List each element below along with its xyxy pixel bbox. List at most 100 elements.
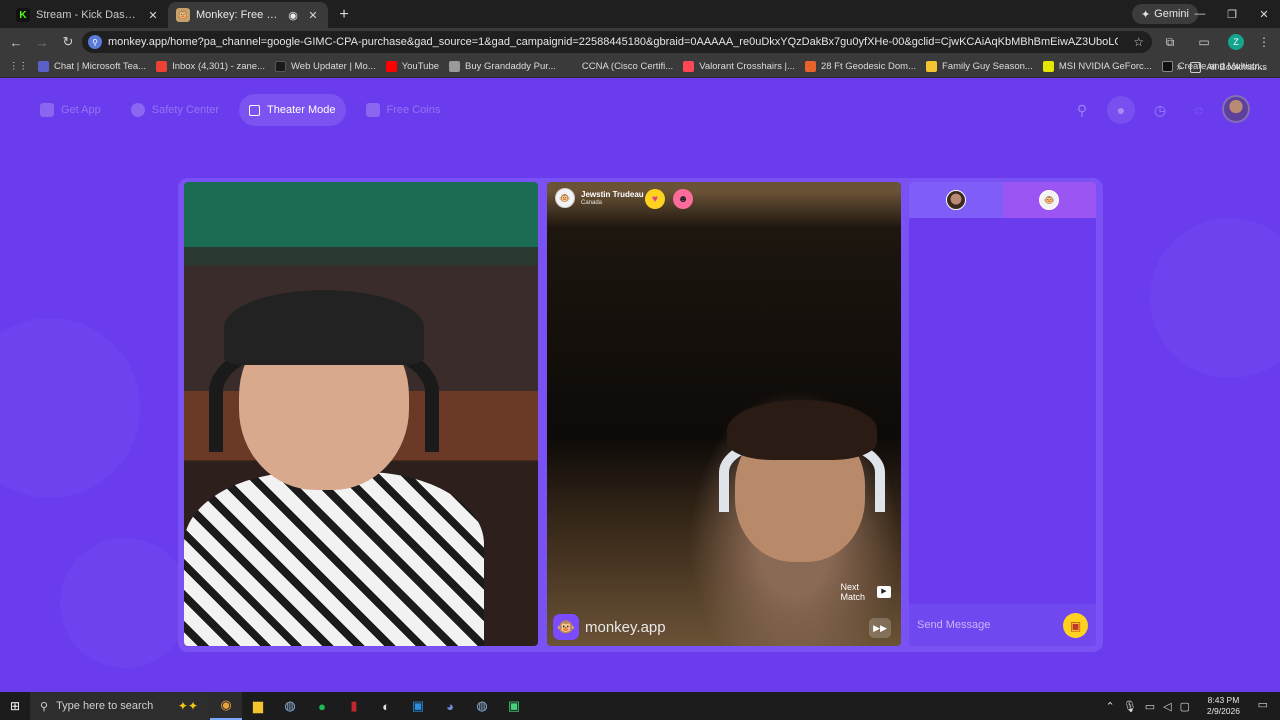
bookmark-item[interactable]: YouTube <box>381 56 444 78</box>
minimize-button[interactable]: — <box>1184 0 1216 28</box>
spotify-icon[interactable]: ● <box>306 692 338 720</box>
bookmark-item[interactable]: Inbox (4,301) - zane... <box>151 56 270 78</box>
close-icon[interactable]: ✕ <box>306 8 320 22</box>
bookmark-label: Chat | Microsoft Tea... <box>54 61 147 72</box>
background-decoration <box>60 538 190 668</box>
nav-get-app[interactable]: Get App <box>30 94 111 126</box>
chrome-icon[interactable]: ◉ <box>210 692 242 720</box>
next-match-line2: Match <box>840 592 865 602</box>
bookmark-label: Valorant Crosshairs |... <box>699 61 795 72</box>
browser-tab-strip: K Stream - Kick Dashboard ✕ 🐵 Monkey: Fr… <box>0 0 1280 28</box>
bookmark-item[interactable]: Web Updater | Mo... <box>270 56 381 78</box>
gift-icon[interactable]: ▣ <box>1063 613 1088 638</box>
next-match-button[interactable]: Next Match ▶ <box>840 582 891 602</box>
monkey-app-page: Get App Safety Center Theater Mode Free … <box>0 78 1280 692</box>
all-bookmarks-button[interactable]: All Bookmarks <box>1185 56 1272 78</box>
url-text[interactable]: monkey.app/home?pa_channel=google-GIMC-C… <box>108 36 1118 48</box>
app-icon-green[interactable]: ▣ <box>498 692 530 720</box>
search-icon[interactable]: ⚲ <box>1068 96 1096 124</box>
profile-button[interactable]: Z <box>1224 28 1248 56</box>
nav-free-coins[interactable]: Free Coins <box>356 94 451 126</box>
side-panel-icon[interactable]: ▭ <box>1192 28 1216 56</box>
bookmark-label: Family Guy Season... <box>942 61 1033 72</box>
chat-tab-self[interactable] <box>909 182 1003 218</box>
reload-button[interactable]: ↻ <box>56 30 80 54</box>
bookmark-favicon <box>804 61 816 72</box>
discord-icon[interactable]: ◕ <box>434 692 466 720</box>
teams-icon <box>38 61 49 72</box>
bookmark-item[interactable]: Buy Grandaddy Pur... <box>444 56 561 78</box>
clock-time: 8:43 PM <box>1207 695 1240 705</box>
bookmark-label: Buy Grandaddy Pur... <box>465 61 556 72</box>
window-close-button[interactable]: ✕ <box>1248 0 1280 28</box>
bookmark-item[interactable]: 28 Ft Geodesic Dom... <box>800 56 921 78</box>
chat-bubble-icon[interactable]: ◌ <box>1185 96 1213 124</box>
windows-start-icon[interactable]: ⊞ <box>0 692 30 720</box>
apps-icon[interactable]: ⋮⋮ <box>4 56 33 78</box>
bookmark-item[interactable]: MSI NVIDIA GeForc... <box>1038 56 1157 78</box>
reaction-icon[interactable]: ☻ <box>673 189 693 209</box>
site-info-icon[interactable]: ⚲ <box>88 35 102 49</box>
coins-icon <box>365 103 380 117</box>
remote-user-tag[interactable]: 🐵 Jewstin Trudeau Canada <box>555 188 644 208</box>
remote-user-avatar: 🐵 <box>555 188 575 208</box>
more-bookmarks-icon[interactable]: » <box>1176 56 1182 78</box>
volume-icon[interactable]: ◁ <box>1163 700 1171 713</box>
youtube-icon <box>385 61 397 72</box>
taskbar-clock[interactable]: 8:43 PM 2/9/2026 <box>1207 695 1240 717</box>
nav-theater-mode[interactable]: Theater Mode <box>239 94 346 126</box>
new-tab-button[interactable]: + <box>332 3 356 27</box>
bookmark-item[interactable]: Valorant Crosshairs |... <box>678 56 800 78</box>
brand-text: monkey.app <box>585 618 666 636</box>
background-decoration <box>0 318 140 498</box>
forward-button[interactable]: → <box>30 30 54 54</box>
steam-icon[interactable]: ◍ <box>466 692 498 720</box>
obs-icon[interactable]: ◐ <box>370 692 402 720</box>
bookmark-item[interactable]: CCNA (Cisco Certifi... <box>561 56 678 78</box>
bookmark-star-icon[interactable]: ☆ <box>1133 35 1144 49</box>
system-tray: ⌃ 🎙 ▭ ◁ ▢ <box>1106 692 1190 720</box>
bookmark-item[interactable]: Family Guy Season... <box>921 56 1038 78</box>
phone-icon <box>40 103 54 117</box>
tab-monkey[interactable]: 🐵 Monkey: Free Live Video Ch ◉ ✕ <box>168 2 328 28</box>
nav-safety-center[interactable]: Safety Center <box>121 94 229 126</box>
file-explorer-icon[interactable]: ▆ <box>242 692 274 720</box>
user-avatar[interactable] <box>1222 95 1250 123</box>
bookmark-item[interactable]: Chat | Microsoft Tea... <box>33 56 151 78</box>
bookmark-favicon <box>1042 61 1054 72</box>
remote-user-country: Canada <box>581 199 603 206</box>
taskbar-search[interactable]: ⚲ Type here to search ✦✦ <box>30 692 210 720</box>
menu-icon[interactable]: ⋮ <box>1252 28 1276 56</box>
shield-icon <box>130 103 145 117</box>
fast-forward-icon: ▶▶ <box>873 622 887 633</box>
nav-label: Safety Center <box>151 104 220 116</box>
chevron-up-icon[interactable]: ⌃ <box>1106 700 1115 713</box>
friends-icon[interactable]: ● <box>1107 96 1135 124</box>
back-button[interactable]: ← <box>4 30 28 54</box>
chat-participant-tabs: 🐵 <box>909 182 1096 218</box>
network-icon[interactable]: ▭ <box>1145 700 1155 713</box>
profile-avatar: Z <box>1228 34 1244 50</box>
notification-icon[interactable]: ▭ <box>1258 698 1268 711</box>
bookmark-label: YouTube <box>401 61 440 72</box>
tray-app-icon[interactable]: ▢ <box>1180 700 1190 713</box>
steam-icon[interactable]: ◍ <box>274 692 306 720</box>
send-message-input[interactable] <box>917 619 1057 631</box>
tab-kick-dashboard[interactable]: K Stream - Kick Dashboard ✕ <box>8 2 168 28</box>
address-bar[interactable]: ⚲ monkey.app/home?pa_channel=google-GIMC… <box>82 31 1152 53</box>
skip-button[interactable]: ▶▶ <box>869 618 891 638</box>
person-figure <box>224 290 424 365</box>
app-icon-red[interactable]: ▮ <box>338 692 370 720</box>
chat-tab-remote[interactable]: 🐵 <box>1002 182 1096 218</box>
heart-icon[interactable]: ♥ <box>645 189 665 209</box>
microphone-icon[interactable]: 🎙 <box>1123 700 1137 713</box>
bookmarks-bar: ⋮⋮ Chat | Microsoft Tea... Inbox (4,301)… <box>0 56 1280 78</box>
extensions-icon[interactable]: ⧉ <box>1158 28 1182 56</box>
clock-date: 2/9/2026 <box>1206 706 1240 716</box>
app-icon-blue[interactable]: ▣ <box>402 692 434 720</box>
recording-icon: ◉ <box>288 9 298 22</box>
close-icon[interactable]: ✕ <box>146 8 160 22</box>
history-icon[interactable]: ◷ <box>1146 96 1174 124</box>
local-video-feed <box>184 182 538 646</box>
restore-button[interactable]: ❐ <box>1216 0 1248 28</box>
